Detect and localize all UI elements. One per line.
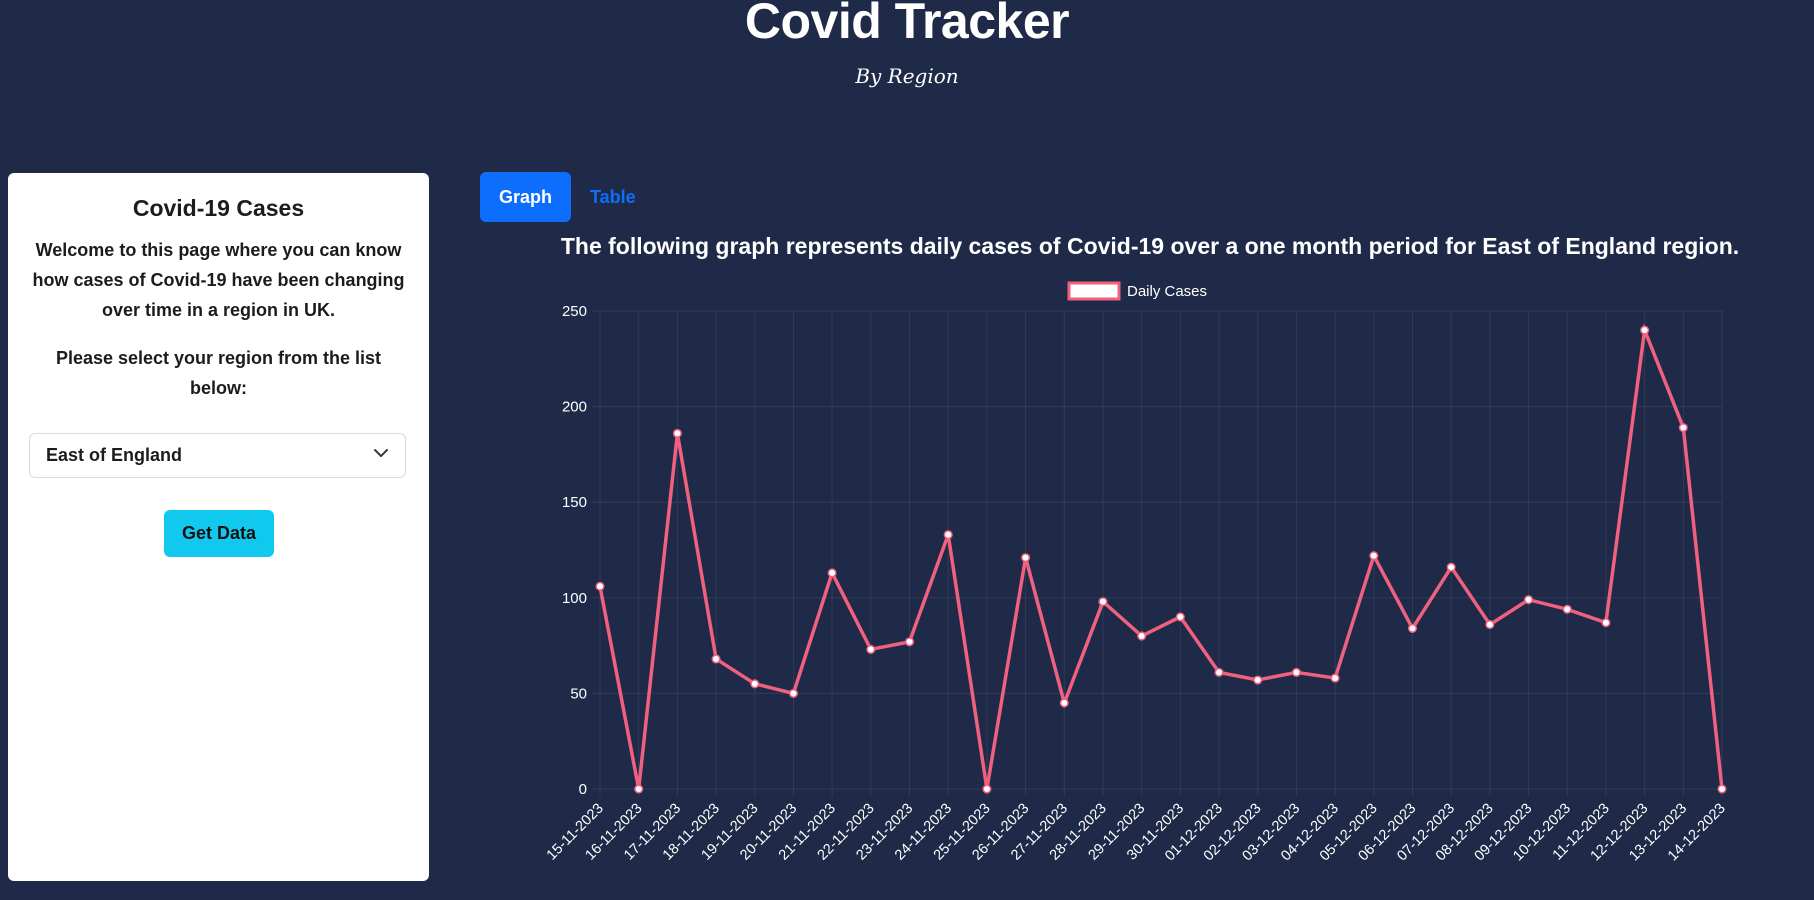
data-point[interactable]	[1098, 597, 1108, 607]
data-point[interactable]	[904, 637, 915, 647]
data-point[interactable]	[595, 581, 605, 591]
data-point[interactable]	[1175, 612, 1185, 622]
y-tick-label: 50	[570, 685, 587, 702]
daily-cases-chart: 05010015020025015-11-202316-11-202317-11…	[544, 281, 1729, 864]
data-point[interactable]	[1485, 620, 1495, 630]
data-point[interactable]	[866, 644, 876, 654]
y-tick-label: 150	[562, 494, 587, 511]
data-point[interactable]	[672, 428, 682, 438]
data-point[interactable]	[1369, 551, 1379, 561]
data-point[interactable]	[711, 654, 721, 664]
y-tick-label: 250	[562, 303, 587, 320]
data-point[interactable]	[788, 688, 798, 698]
y-tick-label: 100	[562, 590, 587, 607]
data-point[interactable]	[1601, 618, 1611, 628]
data-point[interactable]	[1524, 595, 1534, 605]
data-point[interactable]	[1562, 604, 1572, 614]
data-point[interactable]	[1137, 631, 1147, 641]
data-point[interactable]	[1214, 667, 1224, 677]
data-point[interactable]	[1291, 667, 1301, 677]
y-tick-label: 0	[579, 781, 587, 798]
data-point[interactable]	[1253, 675, 1263, 685]
data-point[interactable]	[1640, 325, 1650, 335]
data-point[interactable]	[634, 784, 644, 794]
data-point[interactable]	[1717, 784, 1727, 794]
series-line-daily-cases	[598, 323, 1724, 790]
data-point[interactable]	[827, 568, 837, 578]
data-point[interactable]	[1330, 673, 1340, 683]
data-point[interactable]	[1021, 553, 1031, 563]
legend-label-daily-cases[interactable]: Daily Cases	[1127, 283, 1207, 300]
data-point[interactable]	[750, 679, 760, 689]
data-point[interactable]	[943, 530, 953, 540]
data-point[interactable]	[1407, 623, 1418, 633]
y-tick-label: 200	[562, 399, 587, 416]
legend-swatch	[1067, 281, 1121, 301]
data-point[interactable]	[1678, 423, 1688, 433]
data-point[interactable]	[1059, 698, 1069, 708]
data-point[interactable]	[1446, 562, 1456, 572]
data-point[interactable]	[982, 784, 992, 794]
